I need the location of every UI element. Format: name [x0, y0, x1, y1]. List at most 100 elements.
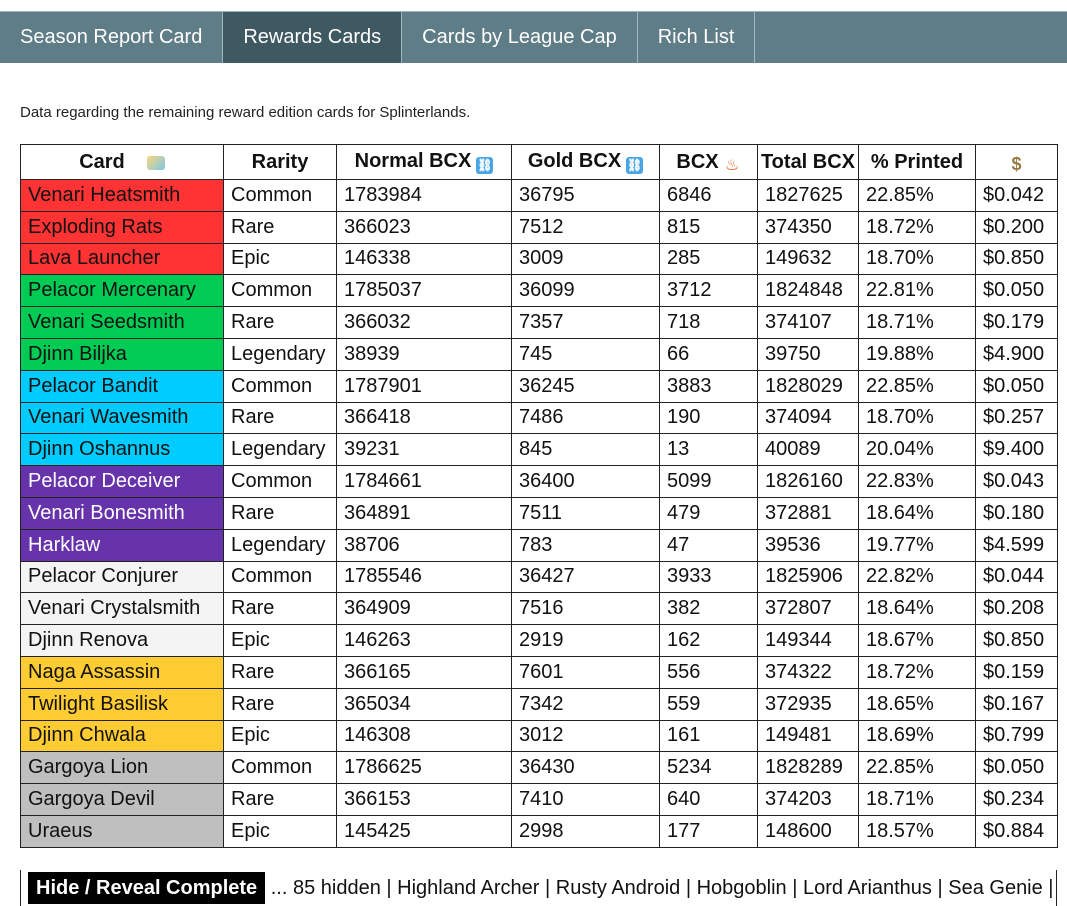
bcx-cell: 3933: [659, 560, 758, 594]
tab-rewards-cards[interactable]: Rewards Cards: [223, 12, 403, 63]
card-name-cell[interactable]: Exploding Rats: [20, 210, 224, 244]
gold-bcx-cell: 7511: [511, 496, 660, 530]
bcx-cell: 3883: [659, 369, 758, 403]
price-cell: $0.044: [975, 560, 1058, 594]
total-bcx-cell: 374094: [757, 401, 859, 435]
card-name-cell[interactable]: Gargoya Devil: [20, 783, 224, 816]
card-name-cell[interactable]: Pelacor Deceiver: [20, 465, 224, 498]
table-row: Venari Heatsmith Common 1783984 36795 6846 18…: [20, 179, 1058, 212]
card-name-cell[interactable]: Venari Bonesmith: [20, 496, 224, 530]
table-row: Djinn Renova Epic 146263 2919 162 149344 18.67…: [20, 624, 1058, 657]
normal-bcx-cell: 365034: [336, 687, 512, 721]
total-bcx-cell: 148600: [757, 814, 859, 848]
gold-bcx-cell: 2998: [511, 814, 660, 848]
rarity-cell: Rare: [223, 655, 337, 689]
card-name-cell[interactable]: Djinn Oshannus: [20, 433, 224, 467]
price-cell: $0.850: [975, 242, 1058, 276]
price-cell: $4.900: [975, 337, 1058, 371]
total-bcx-cell: 372881: [757, 496, 859, 530]
card-name-cell[interactable]: Pelacor Conjurer: [20, 560, 224, 594]
normal-bcx-cell: 366418: [336, 401, 512, 435]
header-price[interactable]: $: [975, 144, 1058, 180]
card-name-cell[interactable]: Lava Launcher: [20, 242, 224, 276]
card-name-cell[interactable]: Pelacor Bandit: [20, 369, 224, 403]
card-name-cell[interactable]: Naga Assassin: [20, 655, 224, 689]
percent-printed-cell: 22.83%: [858, 465, 976, 498]
total-bcx-cell: 374107: [757, 306, 859, 339]
bcx-cell: 815: [659, 210, 758, 244]
card-name-cell[interactable]: Uraeus: [20, 814, 224, 848]
gold-bcx-cell: 36099: [511, 274, 660, 308]
tab-rich-list[interactable]: Rich List: [638, 12, 756, 63]
normal-bcx-cell: 145425: [336, 814, 512, 848]
gold-bcx-cell: 783: [511, 528, 660, 562]
rarity-cell: Rare: [223, 210, 337, 244]
price-cell: $0.208: [975, 592, 1058, 626]
total-bcx-cell: 374203: [757, 783, 859, 816]
tab-bar: Season Report Card Rewards Cards Cards b…: [0, 11, 1067, 63]
table-row: Twilight Basilisk Rare 365034 7342 559 372935…: [20, 687, 1058, 721]
price-cell: $0.799: [975, 719, 1058, 753]
card-name-cell[interactable]: Twilight Basilisk: [20, 687, 224, 721]
header-percent-printed[interactable]: % Printed: [858, 144, 976, 180]
normal-bcx-cell: 1787901: [336, 369, 512, 403]
card-name-cell[interactable]: Djinn Renova: [20, 624, 224, 657]
percent-printed-cell: 18.64%: [858, 496, 976, 530]
price-cell: $0.180: [975, 496, 1058, 530]
card-name-cell[interactable]: Harklaw: [20, 528, 224, 562]
table-row: Venari Crystalsmith Rare 364909 7516 382 3728…: [20, 592, 1058, 626]
card-name-cell[interactable]: Venari Crystalsmith: [20, 592, 224, 626]
rainbow-card-icon: [146, 155, 165, 170]
table-row: Venari Wavesmith Rare 366418 7486 190 374094 1…: [20, 401, 1058, 435]
total-bcx-cell: 372807: [757, 592, 859, 626]
bcx-cell: 177: [659, 814, 758, 848]
gold-bcx-cell: 745: [511, 337, 660, 371]
rarity-cell: Common: [223, 560, 337, 594]
money-bag-icon: $: [1011, 153, 1022, 174]
link-icon: ⛓: [476, 157, 494, 174]
card-name-cell[interactable]: Venari Wavesmith: [20, 401, 224, 435]
gold-bcx-cell: 7601: [511, 655, 660, 689]
bcx-cell: 640: [659, 783, 758, 816]
total-bcx-cell: 39750: [757, 337, 859, 371]
table-row: Venari Seedsmith Rare 366032 7357 718 374107 1…: [20, 306, 1058, 339]
normal-bcx-cell: 1785546: [336, 560, 512, 594]
rarity-cell: Common: [223, 179, 337, 212]
gold-bcx-cell: 36795: [511, 179, 660, 212]
percent-printed-cell: 22.81%: [858, 274, 976, 308]
table-row: Harklaw Legendary 38706 783 47 39536 19.77% $4.…: [20, 528, 1058, 562]
normal-bcx-cell: 364909: [336, 592, 512, 626]
price-cell: $0.850: [975, 624, 1058, 657]
card-name-cell[interactable]: Venari Heatsmith: [20, 179, 224, 212]
percent-printed-cell: 18.71%: [858, 306, 976, 339]
tab-season-report-card[interactable]: Season Report Card: [0, 12, 224, 63]
card-name-cell[interactable]: Pelacor Mercenary: [20, 274, 224, 308]
price-cell: $0.179: [975, 306, 1058, 339]
price-cell: $0.257: [975, 401, 1058, 435]
header-rarity[interactable]: Rarity: [223, 144, 337, 180]
header-bcx[interactable]: BCX ♨: [659, 144, 758, 180]
rarity-cell: Rare: [223, 401, 337, 435]
bcx-cell: 66: [659, 337, 758, 371]
header-gold-bcx[interactable]: Gold BCX ⛓: [511, 144, 660, 180]
bcx-cell: 382: [659, 592, 758, 626]
table-row: Djinn Oshannus Legendary 39231 845 13 40089 20…: [20, 433, 1058, 467]
normal-bcx-cell: 38706: [336, 528, 512, 562]
card-name-cell[interactable]: Djinn Biljka: [20, 337, 224, 371]
header-card[interactable]: Card: [20, 144, 224, 180]
gold-bcx-cell: 2919: [511, 624, 660, 657]
tab-cards-by-league-cap[interactable]: Cards by League Cap: [402, 12, 638, 63]
table-row: Uraeus Epic 145425 2998 177 148600 18.57% $0.88…: [20, 814, 1058, 848]
hide-reveal-complete-button[interactable]: Hide / Reveal Complete: [28, 872, 266, 904]
header-total-bcx[interactable]: Total BCX: [757, 144, 859, 180]
table-row: Djinn Biljka Legendary 38939 745 66 39750 19.8…: [20, 337, 1058, 371]
card-name-cell[interactable]: Djinn Chwala: [20, 719, 224, 753]
header-normal-bcx[interactable]: Normal BCX ⛓: [336, 144, 512, 180]
normal-bcx-cell: 366023: [336, 210, 512, 244]
rarity-cell: Legendary: [223, 528, 337, 562]
card-name-cell[interactable]: Venari Seedsmith: [20, 306, 224, 339]
gold-bcx-cell: 7357: [511, 306, 660, 339]
bcx-cell: 190: [659, 401, 758, 435]
table-row: Lava Launcher Epic 146338 3009 285 149632 18.7…: [20, 242, 1058, 276]
card-name-cell[interactable]: Gargoya Lion: [20, 751, 224, 785]
